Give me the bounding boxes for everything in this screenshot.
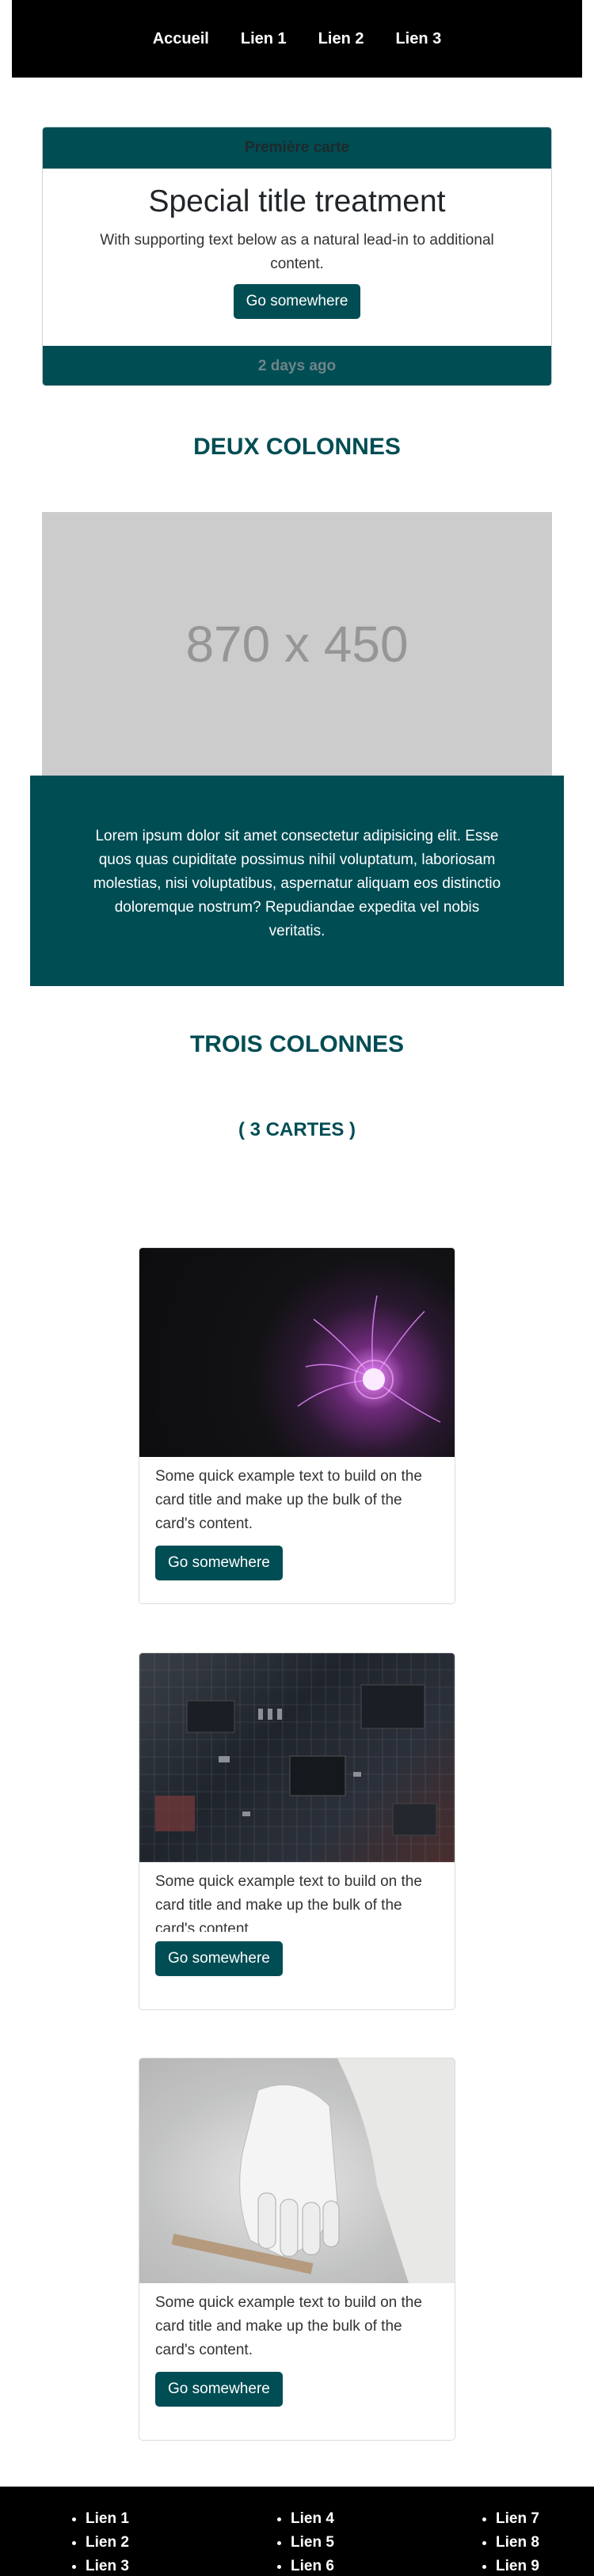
footer-link[interactable]: Lien 4 (291, 2507, 334, 2531)
footer-link[interactable]: Lien 8 (496, 2531, 539, 2555)
nav-link-lien-2[interactable]: Lien 2 (303, 30, 380, 48)
footer-link[interactable]: Lien 6 (291, 2555, 334, 2576)
circuit-board-image (139, 1653, 455, 1862)
plasma-ball-image (139, 1248, 455, 1457)
two-columns-text: Lorem ipsum dolor sit amet consectetur a… (93, 828, 501, 939)
footer-link[interactable]: Lien 9 (496, 2555, 539, 2576)
featured-card-footer: 2 days ago (43, 346, 551, 385)
card-robot-button[interactable]: Go somewhere (155, 2372, 283, 2407)
nav-link-lien-1[interactable]: Lien 1 (225, 30, 303, 48)
circuit-board-icon (155, 1684, 437, 1836)
footer-links-col-3: Lien 7 Lien 8 Lien 9 (480, 2507, 539, 2576)
footer-link[interactable]: Lien 7 (496, 2507, 539, 2531)
featured-card-title: Special title treatment (148, 184, 446, 218)
featured-card-button[interactable]: Go somewhere (233, 284, 361, 319)
section-subtitle-three-cards: ( 3 CARTES ) (238, 1119, 356, 1140)
featured-card-text: With supporting text below as a natural … (100, 232, 494, 272)
nav-link-accueil[interactable]: Accueil (137, 30, 225, 48)
card-circuit-button[interactable]: Go somewhere (155, 1941, 283, 1976)
two-columns-text-block: Lorem ipsum dolor sit amet consectetur a… (30, 776, 564, 986)
top-nav: Accueil Lien 1 Lien 2 Lien 3 (12, 0, 582, 78)
footer: Lien 1 Lien 2 Lien 3 Lien 4 Lien 5 Lien … (0, 2487, 594, 2576)
placeholder-label: 870 x 450 (185, 615, 409, 673)
featured-card-header: Première carte (43, 127, 551, 169)
nav-link-lien-3[interactable]: Lien 3 (379, 30, 457, 48)
card-plasma-text: Some quick example text to build on the … (155, 1468, 422, 1532)
robot-hand-image (139, 2058, 455, 2283)
card-robot-text: Some quick example text to build on the … (155, 2294, 422, 2358)
footer-link[interactable]: Lien 1 (86, 2507, 129, 2531)
card-plasma: Some quick example text to build on the … (139, 1247, 455, 1604)
robot-hand-icon (139, 2058, 455, 2283)
section-title-three-columns: TROIS COLONNES (189, 1031, 404, 1057)
footer-links-col-2: Lien 4 Lien 5 Lien 6 (275, 2507, 334, 2576)
card-robot-body: Some quick example text to build on the … (139, 2283, 455, 2422)
card-plasma-body: Some quick example text to build on the … (139, 1457, 455, 1596)
footer-link[interactable]: Lien 2 (86, 2531, 129, 2555)
card-robot: Some quick example text to build on the … (139, 2058, 455, 2441)
featured-card-body: Special title treatment With supporting … (43, 169, 551, 346)
card-circuit-text: Some quick example text to build on the … (155, 1873, 422, 1932)
footer-link[interactable]: Lien 5 (291, 2531, 334, 2555)
featured-card: Première carte Special title treatment W… (42, 127, 552, 386)
placeholder-image: 870 x 450 (42, 512, 552, 776)
card-circuit: Some quick example text to build on the … (139, 1652, 455, 2010)
footer-links-col-1: Lien 1 Lien 2 Lien 3 (70, 2507, 129, 2576)
card-circuit-body: Some quick example text to build on the … (139, 1862, 455, 1992)
card-plasma-button[interactable]: Go somewhere (155, 1546, 283, 1580)
footer-link[interactable]: Lien 3 (86, 2555, 129, 2576)
plasma-ball-icon (297, 1295, 441, 1423)
section-title-two-columns: DEUX COLONNES (193, 434, 401, 460)
